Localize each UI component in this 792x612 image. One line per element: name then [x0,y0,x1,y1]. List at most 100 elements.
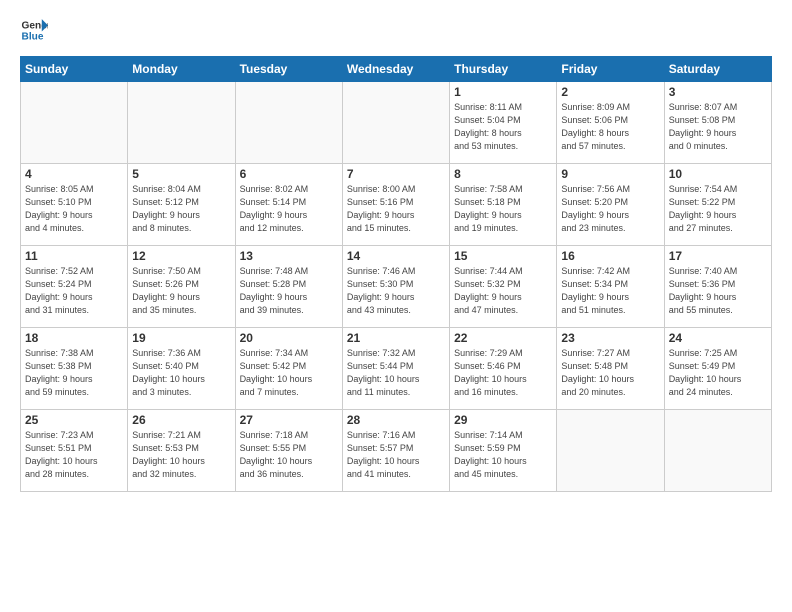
weekday-header-monday: Monday [128,57,235,82]
calendar-cell [235,82,342,164]
day-info: Sunrise: 8:09 AM Sunset: 5:06 PM Dayligh… [561,101,659,153]
day-number: 28 [347,413,445,427]
day-number: 24 [669,331,767,345]
day-number: 16 [561,249,659,263]
day-info: Sunrise: 7:32 AM Sunset: 5:44 PM Dayligh… [347,347,445,399]
day-number: 27 [240,413,338,427]
calendar-cell: 7 Sunrise: 8:00 AM Sunset: 5:16 PM Daylig… [342,164,449,246]
day-info: Sunrise: 7:50 AM Sunset: 5:26 PM Dayligh… [132,265,230,317]
day-number: 29 [454,413,552,427]
calendar-cell: 5 Sunrise: 8:04 AM Sunset: 5:12 PM Daylig… [128,164,235,246]
day-number: 22 [454,331,552,345]
weekday-header-row: SundayMondayTuesdayWednesdayThursdayFrid… [21,57,772,82]
week-row-0: 1 Sunrise: 8:11 AM Sunset: 5:04 PM Daylig… [21,82,772,164]
week-row-4: 25 Sunrise: 7:23 AM Sunset: 5:51 PM Dayli… [21,410,772,492]
day-info: Sunrise: 7:27 AM Sunset: 5:48 PM Dayligh… [561,347,659,399]
calendar-cell: 21 Sunrise: 7:32 AM Sunset: 5:44 PM Dayli… [342,328,449,410]
header: General Blue [20,16,772,44]
calendar-cell: 20 Sunrise: 7:34 AM Sunset: 5:42 PM Dayli… [235,328,342,410]
day-number: 11 [25,249,123,263]
calendar-cell [342,82,449,164]
logo: General Blue [20,16,52,44]
day-number: 12 [132,249,230,263]
day-info: Sunrise: 7:25 AM Sunset: 5:49 PM Dayligh… [669,347,767,399]
calendar-cell: 27 Sunrise: 7:18 AM Sunset: 5:55 PM Dayli… [235,410,342,492]
calendar-cell: 14 Sunrise: 7:46 AM Sunset: 5:30 PM Dayli… [342,246,449,328]
day-info: Sunrise: 7:58 AM Sunset: 5:18 PM Dayligh… [454,183,552,235]
day-info: Sunrise: 7:21 AM Sunset: 5:53 PM Dayligh… [132,429,230,481]
weekday-header-wednesday: Wednesday [342,57,449,82]
calendar-cell: 6 Sunrise: 8:02 AM Sunset: 5:14 PM Daylig… [235,164,342,246]
day-number: 26 [132,413,230,427]
day-number: 9 [561,167,659,181]
calendar-cell: 11Sunrise: 7:52 AM Sunset: 5:24 PM Dayli… [21,246,128,328]
day-number: 1 [454,85,552,99]
day-info: Sunrise: 7:42 AM Sunset: 5:34 PM Dayligh… [561,265,659,317]
day-number: 17 [669,249,767,263]
calendar-cell: 9 Sunrise: 7:56 AM Sunset: 5:20 PM Daylig… [557,164,664,246]
day-info: Sunrise: 7:34 AM Sunset: 5:42 PM Dayligh… [240,347,338,399]
day-info: Sunrise: 7:16 AM Sunset: 5:57 PM Dayligh… [347,429,445,481]
day-info: Sunrise: 7:40 AM Sunset: 5:36 PM Dayligh… [669,265,767,317]
page: General Blue SundayMondayTuesdayWednesda… [0,0,792,502]
calendar-cell: 10 Sunrise: 7:54 AM Sunset: 5:22 PM Dayli… [664,164,771,246]
calendar-cell: 19 Sunrise: 7:36 AM Sunset: 5:40 PM Dayli… [128,328,235,410]
week-row-1: 4 Sunrise: 8:05 AM Sunset: 5:10 PM Daylig… [21,164,772,246]
day-number: 2 [561,85,659,99]
calendar-cell [21,82,128,164]
day-info: Sunrise: 7:54 AM Sunset: 5:22 PM Dayligh… [669,183,767,235]
weekday-header-tuesday: Tuesday [235,57,342,82]
calendar-cell: 25 Sunrise: 7:23 AM Sunset: 5:51 PM Dayli… [21,410,128,492]
calendar-cell: 15Sunrise: 7:44 AM Sunset: 5:32 PM Dayli… [450,246,557,328]
week-row-3: 18 Sunrise: 7:38 AM Sunset: 5:38 PM Dayli… [21,328,772,410]
day-number: 21 [347,331,445,345]
day-number: 8 [454,167,552,181]
day-number: 20 [240,331,338,345]
day-info: Sunrise: 8:02 AM Sunset: 5:14 PM Dayligh… [240,183,338,235]
calendar-cell: 24 Sunrise: 7:25 AM Sunset: 5:49 PM Dayli… [664,328,771,410]
day-info: Sunrise: 7:36 AM Sunset: 5:40 PM Dayligh… [132,347,230,399]
day-info: Sunrise: 7:56 AM Sunset: 5:20 PM Dayligh… [561,183,659,235]
day-number: 10 [669,167,767,181]
day-number: 7 [347,167,445,181]
day-info: Sunrise: 7:44 AM Sunset: 5:32 PM Dayligh… [454,265,552,317]
calendar-table: SundayMondayTuesdayWednesdayThursdayFrid… [20,56,772,492]
calendar-cell [664,410,771,492]
calendar-cell: 22 Sunrise: 7:29 AM Sunset: 5:46 PM Dayli… [450,328,557,410]
day-info: Sunrise: 7:18 AM Sunset: 5:55 PM Dayligh… [240,429,338,481]
weekday-header-friday: Friday [557,57,664,82]
day-number: 19 [132,331,230,345]
calendar-cell: 1 Sunrise: 8:11 AM Sunset: 5:04 PM Daylig… [450,82,557,164]
day-number: 4 [25,167,123,181]
day-info: Sunrise: 8:11 AM Sunset: 5:04 PM Dayligh… [454,101,552,153]
day-info: Sunrise: 8:00 AM Sunset: 5:16 PM Dayligh… [347,183,445,235]
day-info: Sunrise: 8:07 AM Sunset: 5:08 PM Dayligh… [669,101,767,153]
calendar-cell: 12 Sunrise: 7:50 AM Sunset: 5:26 PM Dayli… [128,246,235,328]
calendar-cell: 2 Sunrise: 8:09 AM Sunset: 5:06 PM Daylig… [557,82,664,164]
day-number: 5 [132,167,230,181]
day-info: Sunrise: 7:48 AM Sunset: 5:28 PM Dayligh… [240,265,338,317]
day-info: Sunrise: 7:29 AM Sunset: 5:46 PM Dayligh… [454,347,552,399]
day-info: Sunrise: 7:38 AM Sunset: 5:38 PM Dayligh… [25,347,123,399]
logo-icon: General Blue [20,16,48,44]
weekday-header-sunday: Sunday [21,57,128,82]
calendar-cell: 29Sunrise: 7:14 AM Sunset: 5:59 PM Dayli… [450,410,557,492]
day-number: 6 [240,167,338,181]
calendar-cell: 28 Sunrise: 7:16 AM Sunset: 5:57 PM Dayli… [342,410,449,492]
calendar-cell: 17 Sunrise: 7:40 AM Sunset: 5:36 PM Dayli… [664,246,771,328]
calendar-cell: 16 Sunrise: 7:42 AM Sunset: 5:34 PM Dayli… [557,246,664,328]
calendar-cell: 8 Sunrise: 7:58 AM Sunset: 5:18 PM Daylig… [450,164,557,246]
day-number: 18 [25,331,123,345]
calendar-cell: 4 Sunrise: 8:05 AM Sunset: 5:10 PM Daylig… [21,164,128,246]
weekday-header-thursday: Thursday [450,57,557,82]
calendar-cell [557,410,664,492]
calendar-cell: 13Sunrise: 7:48 AM Sunset: 5:28 PM Dayli… [235,246,342,328]
day-info: Sunrise: 7:46 AM Sunset: 5:30 PM Dayligh… [347,265,445,317]
day-info: Sunrise: 7:23 AM Sunset: 5:51 PM Dayligh… [25,429,123,481]
day-info: Sunrise: 8:04 AM Sunset: 5:12 PM Dayligh… [132,183,230,235]
day-number: 3 [669,85,767,99]
day-info: Sunrise: 8:05 AM Sunset: 5:10 PM Dayligh… [25,183,123,235]
day-number: 25 [25,413,123,427]
day-number: 14 [347,249,445,263]
day-number: 23 [561,331,659,345]
